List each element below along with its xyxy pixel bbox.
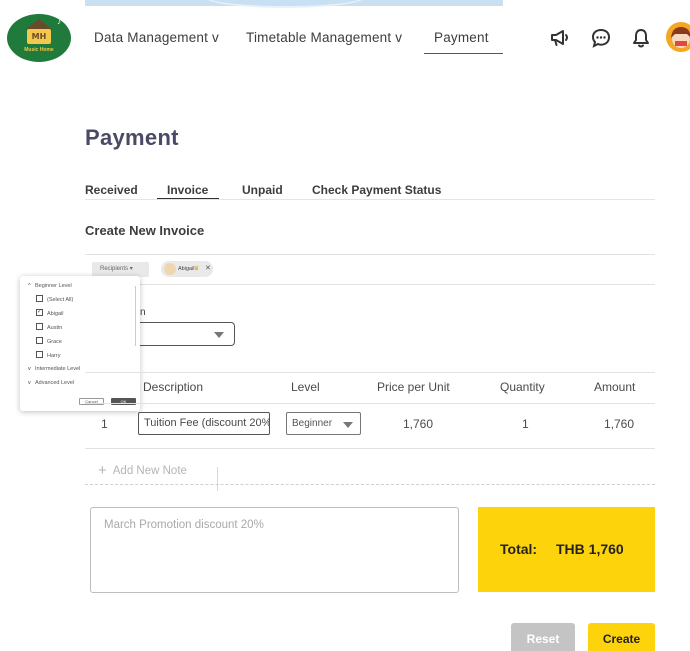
tab-active-indicator — [157, 198, 219, 199]
logo-text: Music Home — [24, 47, 54, 53]
checkbox-checked[interactable]: ✓ — [36, 309, 43, 316]
tab-received[interactable]: Received — [85, 183, 138, 197]
chevron-down-icon: ▾ — [129, 266, 133, 272]
row-number: 1 — [101, 417, 108, 431]
amount-cell: 1,760 — [604, 417, 635, 431]
create-button[interactable]: Create — [588, 623, 655, 651]
option-label: Austin — [47, 324, 63, 331]
checkbox[interactable] — [36, 323, 43, 330]
option-label: Grace — [47, 338, 62, 345]
column-header-level: Level — [291, 380, 320, 394]
nav-data-management[interactable]: Data Management v — [94, 30, 219, 45]
checkbox[interactable] — [36, 295, 43, 302]
quantity-cell: 1 — [522, 417, 529, 431]
checkbox[interactable] — [36, 337, 43, 344]
checkbox[interactable] — [36, 351, 43, 358]
total-label: Total: — [500, 541, 538, 557]
table-row-divider — [85, 448, 655, 449]
column-header-description: Description — [143, 380, 204, 394]
megaphone-icon[interactable] — [549, 27, 571, 49]
group-intermediate-level[interactable]: v Intermediate Level — [28, 366, 80, 372]
plus-icon: + — [98, 462, 107, 479]
group-beginner-level[interactable]: ^ Beginner Level — [28, 283, 72, 289]
tab-invoice[interactable]: Invoice — [167, 183, 208, 197]
tab-unpaid[interactable]: Unpaid — [242, 183, 283, 197]
table-header-divider — [85, 403, 655, 404]
chevron-down-icon: v — [28, 380, 31, 386]
option-grace[interactable]: Grace — [36, 337, 62, 345]
close-icon[interactable]: ✕ — [205, 261, 211, 277]
crown-icon: ♛ — [194, 266, 200, 272]
chevron-down-icon — [343, 422, 353, 428]
section-divider — [85, 254, 655, 255]
section-title: Create New Invoice — [85, 223, 205, 238]
total-value: THB 1,760 — [556, 541, 624, 557]
hidden-select[interactable] — [139, 322, 235, 346]
column-header-amount: Amount — [594, 380, 636, 394]
avatar-face-icon — [671, 27, 690, 48]
dashed-divider — [85, 484, 655, 485]
top-banner-decoration — [85, 0, 503, 8]
music-note-icon: ♪ — [57, 17, 61, 26]
recipient-chip[interactable]: Abigail ♛ ✕ — [161, 261, 213, 277]
chip-name: Abigail — [178, 266, 195, 272]
total-panel: Total: THB 1,760 — [478, 507, 655, 592]
description-input[interactable]: Tuition Fee (discount 20%) — [138, 412, 270, 435]
table-top-divider — [85, 372, 655, 373]
banner-arc — [205, 0, 365, 8]
tab-check-payment-status[interactable]: Check Payment Status — [312, 183, 441, 197]
reset-button[interactable]: Reset — [511, 623, 575, 651]
level-value: Beginner — [292, 418, 333, 429]
nav-timetable-management[interactable]: Timetable Management v — [246, 30, 402, 45]
dropdown-scrollbar[interactable] — [135, 286, 136, 346]
nav-active-indicator — [424, 53, 503, 54]
group-label: Beginner Level — [35, 283, 72, 289]
app-logo[interactable]: MH Music Home ♪ — [7, 14, 71, 62]
bell-icon[interactable] — [630, 27, 652, 49]
option-label: (Select All) — [47, 296, 74, 303]
recipients-label: Recipients — [100, 266, 129, 272]
recipients-button[interactable]: Recipients ▾ — [92, 262, 149, 277]
note-textarea[interactable]: March Promotion discount 20% — [90, 507, 459, 593]
group-label: Advanced Level — [35, 380, 75, 386]
column-header-price: Price per Unit — [377, 380, 450, 394]
nav-payment[interactable]: Payment — [434, 30, 489, 45]
level-select[interactable]: Beginner — [286, 412, 361, 435]
chip-avatar — [164, 263, 176, 275]
group-label: Intermediate Level — [35, 366, 81, 372]
user-avatar[interactable] — [666, 22, 690, 52]
logo-initials: MH — [27, 29, 51, 44]
chevron-down-icon — [214, 332, 224, 338]
option-label: Harry — [47, 352, 61, 359]
hidden-field-label: n — [140, 307, 146, 318]
column-header-quantity: Quantity — [500, 380, 545, 394]
group-advanced-level[interactable]: v Advanced Level — [28, 380, 74, 386]
option-abigail[interactable]: ✓ Abigail — [36, 309, 64, 317]
chevron-up-icon: ^ — [28, 283, 31, 289]
divider-line — [217, 467, 218, 491]
price-cell: 1,760 — [403, 417, 434, 431]
page-title: Payment — [85, 125, 179, 150]
recipients-dropdown: ^ Beginner Level (Select All) ✓ Abigail Au… — [20, 276, 140, 411]
chat-icon[interactable] — [590, 27, 612, 49]
option-austin[interactable]: Austin — [36, 323, 63, 331]
recipients-divider — [85, 284, 655, 285]
chevron-down-icon: v — [28, 366, 31, 372]
option-harry[interactable]: Harry — [36, 351, 61, 359]
option-select-all[interactable]: (Select All) — [36, 295, 74, 303]
tabs-divider — [85, 199, 655, 200]
option-label: Abigail — [47, 310, 64, 317]
add-new-note-button[interactable]: + Add New Note — [98, 461, 187, 479]
add-note-label: Add New Note — [112, 465, 187, 477]
